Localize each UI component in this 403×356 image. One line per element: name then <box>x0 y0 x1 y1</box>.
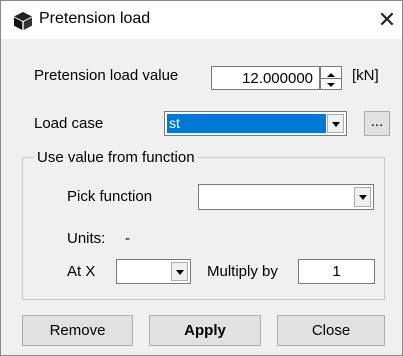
load-case-dropdown-button[interactable] <box>327 114 344 133</box>
chevron-down-icon <box>176 270 184 275</box>
close-icon[interactable]: ✕ <box>374 5 400 35</box>
at-x-dropdown-button[interactable] <box>171 262 188 281</box>
at-x-select[interactable] <box>116 259 191 284</box>
function-group-title: Use value from function <box>34 149 198 166</box>
load-case-label: Load case <box>34 115 104 132</box>
apply-button[interactable]: Apply <box>149 315 261 346</box>
units-value: - <box>125 230 130 247</box>
chevron-down-icon <box>359 195 367 200</box>
window-title: Pretension load <box>39 10 151 27</box>
close-button[interactable]: Close <box>277 315 385 346</box>
load-case-select[interactable]: st <box>164 111 347 136</box>
pretension-unit-label: [kN] <box>352 67 379 84</box>
pretension-value-input[interactable]: 12.000000 <box>211 66 320 90</box>
chevron-down-icon <box>327 83 335 87</box>
pretension-value-spinner[interactable] <box>320 66 342 90</box>
load-case-selected-highlight: st <box>167 114 326 133</box>
at-x-label: At X <box>67 263 96 280</box>
pretension-value-text: 12.000000 <box>242 70 313 87</box>
load-case-browse-button[interactable]: ... <box>364 111 390 136</box>
pick-function-label: Pick function <box>67 188 153 205</box>
spin-down-button[interactable] <box>321 78 341 89</box>
pick-function-dropdown-button[interactable] <box>354 187 371 207</box>
pretension-value-label: Pretension load value <box>34 67 179 84</box>
multiply-by-value: 1 <box>332 263 341 280</box>
remove-button[interactable]: Remove <box>22 315 133 346</box>
units-label: Units: <box>67 230 106 247</box>
title-bar: Pretension load ✕ <box>1 1 402 39</box>
pretension-load-dialog: Pretension load ✕ Pretension load value … <box>0 0 403 356</box>
load-case-value: st <box>169 115 180 131</box>
multiply-by-input[interactable]: 1 <box>298 259 375 284</box>
pick-function-select[interactable] <box>198 184 374 210</box>
multiply-by-label: Multiply by <box>207 263 278 280</box>
chevron-down-icon <box>332 122 340 127</box>
cube-icon <box>14 12 32 30</box>
